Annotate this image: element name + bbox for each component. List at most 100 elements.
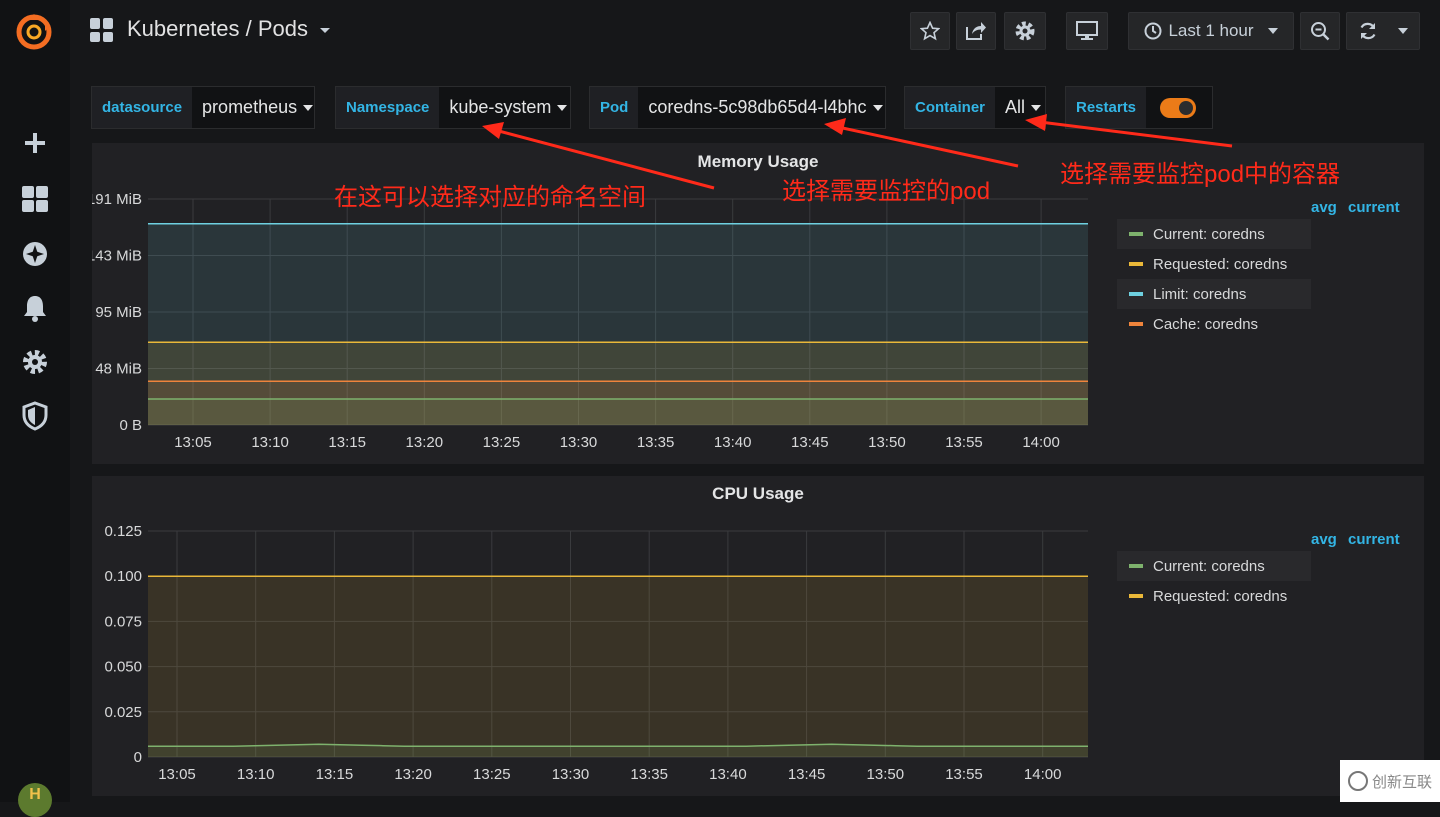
y-tick-label: 95 MiB: [95, 304, 142, 321]
legend-label: Requested: coredns: [1153, 255, 1288, 273]
x-tick-label: 13:40: [709, 766, 747, 783]
legend-item[interactable]: Current: coredns: [1117, 219, 1311, 249]
legend-header-current[interactable]: current: [1348, 531, 1400, 548]
explore-compass-icon[interactable]: [16, 235, 54, 273]
refresh-icon: [1360, 22, 1376, 40]
star-icon: [920, 21, 940, 41]
container-annotation: 选择需要监控pod中的容器: [1060, 161, 1341, 188]
title-chevron-down-icon[interactable]: [320, 28, 330, 33]
pod-select[interactable]: coredns-5c98db65d4-l4bhc: [638, 87, 890, 128]
y-tick-label: 143 MiB: [92, 248, 142, 265]
variable-container: Container All: [904, 86, 1046, 129]
x-tick-label: 13:30: [560, 434, 598, 451]
legend-header-avg[interactable]: avg: [1311, 531, 1337, 548]
legend-label: Current: coredns: [1153, 225, 1265, 243]
y-tick-label: 0.100: [104, 568, 142, 585]
create-plus-icon[interactable]: [16, 124, 54, 162]
variable-label: Namespace: [336, 87, 440, 128]
x-tick-label: 13:05: [158, 766, 196, 783]
legend-item[interactable]: Cache: coredns: [1117, 309, 1311, 339]
x-tick-label: 13:10: [237, 766, 275, 783]
x-tick-label: 13:35: [630, 766, 668, 783]
variable-value: kube-system: [449, 97, 552, 117]
namespace-select[interactable]: kube-system: [439, 87, 575, 128]
y-tick-label: 48 MiB: [95, 361, 142, 378]
restarts-toggle[interactable]: [1160, 97, 1196, 118]
x-tick-label: 13:45: [791, 434, 829, 451]
x-tick-label: 13:35: [637, 434, 675, 451]
x-tick-label: 13:50: [868, 434, 906, 451]
refresh-button[interactable]: [1346, 12, 1420, 50]
x-tick-label: 13:55: [945, 766, 983, 783]
datasource-select[interactable]: prometheus: [192, 87, 321, 128]
variable-label: Container: [905, 87, 996, 128]
user-avatar[interactable]: H: [18, 783, 52, 817]
cpu-legend: Current: coredns Requested: coredns: [1117, 551, 1311, 611]
series-area: [148, 399, 1088, 425]
container-select[interactable]: All: [995, 87, 1049, 128]
variable-value: prometheus: [202, 97, 298, 117]
zoom-out-icon: [1311, 22, 1330, 41]
namespace-annotation: 在这可以选择对应的命名空间: [334, 184, 646, 211]
variable-label: Restarts: [1066, 87, 1147, 128]
legend-header-current[interactable]: current: [1348, 199, 1400, 216]
alerting-bell-icon[interactable]: [16, 289, 54, 327]
memory-legend: Current: coredns Requested: coredns Limi…: [1117, 219, 1311, 339]
legend-swatch: [1129, 262, 1143, 266]
dashboard-settings-button[interactable]: [1004, 12, 1046, 50]
configuration-gear-icon[interactable]: [16, 343, 54, 381]
x-tick-label: 13:50: [867, 766, 905, 783]
variable-value: coredns-5c98db65d4-l4bhc: [648, 97, 867, 117]
caret-down-icon: [303, 104, 314, 111]
y-tick-label: 0.050: [104, 659, 142, 676]
legend-item[interactable]: Current: coredns: [1117, 551, 1311, 581]
variable-label: datasource: [92, 87, 193, 128]
cpu-usage-chart[interactable]: 0 0.025 0.050 0.075 0.100 0.125 13:05 13:10 13:1…: [92, 476, 1424, 796]
legend-item[interactable]: Limit: coredns: [1117, 279, 1311, 309]
x-tick-label: 13:20: [406, 434, 444, 451]
caret-down-icon: [1031, 104, 1042, 111]
y-tick-label: 0.125: [104, 523, 142, 540]
y-tick-label: 0.075: [104, 613, 142, 630]
x-tick-label: 13:25: [473, 766, 511, 783]
server-admin-shield-icon[interactable]: [16, 397, 54, 435]
legend-swatch: [1129, 594, 1143, 598]
variable-value: All: [1005, 97, 1026, 117]
caret-down-icon: [1267, 28, 1278, 34]
sidebar: H: [0, 0, 70, 817]
x-tick-label: 13:25: [483, 434, 521, 451]
grafana-logo-icon[interactable]: [12, 10, 56, 54]
gear-icon: [1015, 21, 1035, 41]
y-tick-label: 0: [134, 749, 142, 766]
x-tick-label: 13:15: [328, 434, 366, 451]
memory-usage-panel: Memory Usage 0 B 48 MiB 95 MiB 143 MiB 191 M…: [92, 143, 1424, 464]
y-tick-label: 191 MiB: [92, 191, 142, 208]
refresh-interval-caret-icon[interactable]: [1398, 28, 1408, 34]
x-tick-label: 13:30: [552, 766, 590, 783]
legend-item[interactable]: Requested: coredns: [1117, 581, 1311, 611]
variable-pod: Pod coredns-5c98db65d4-l4bhc: [589, 86, 886, 129]
caret-down-icon: [872, 104, 883, 111]
legend-header-avg[interactable]: avg: [1311, 199, 1337, 216]
zoom-out-button[interactable]: [1300, 12, 1340, 50]
cpu-usage-panel: CPU Usage 0 0.025 0.050 0.075 0.100 0.125 13:0…: [92, 476, 1424, 796]
star-dashboard-button[interactable]: [910, 12, 950, 50]
clock-icon: [1144, 22, 1162, 40]
legend-label: Cache: coredns: [1153, 315, 1259, 333]
time-range-picker[interactable]: Last 1 hour: [1128, 12, 1294, 50]
caret-down-icon: [557, 104, 568, 111]
x-tick-label: 13:05: [174, 434, 212, 451]
pod-annotation: 选择需要监控的pod: [782, 178, 991, 205]
y-tick-label: 0.025: [104, 704, 142, 721]
legend-item[interactable]: Requested: coredns: [1117, 249, 1311, 279]
variable-datasource: datasource prometheus: [91, 86, 315, 129]
x-tick-label: 14:00: [1022, 434, 1060, 451]
cycle-view-mode-button[interactable]: [1066, 12, 1108, 50]
share-dashboard-button[interactable]: [956, 12, 996, 50]
dashboards-grid-icon[interactable]: [16, 180, 54, 218]
y-tick-label: 0 B: [119, 417, 142, 434]
dashboard-title[interactable]: Kubernetes / Pods: [127, 16, 308, 42]
legend-swatch: [1129, 322, 1143, 326]
legend-swatch: [1129, 292, 1143, 296]
time-range-label: Last 1 hour: [1168, 21, 1254, 40]
